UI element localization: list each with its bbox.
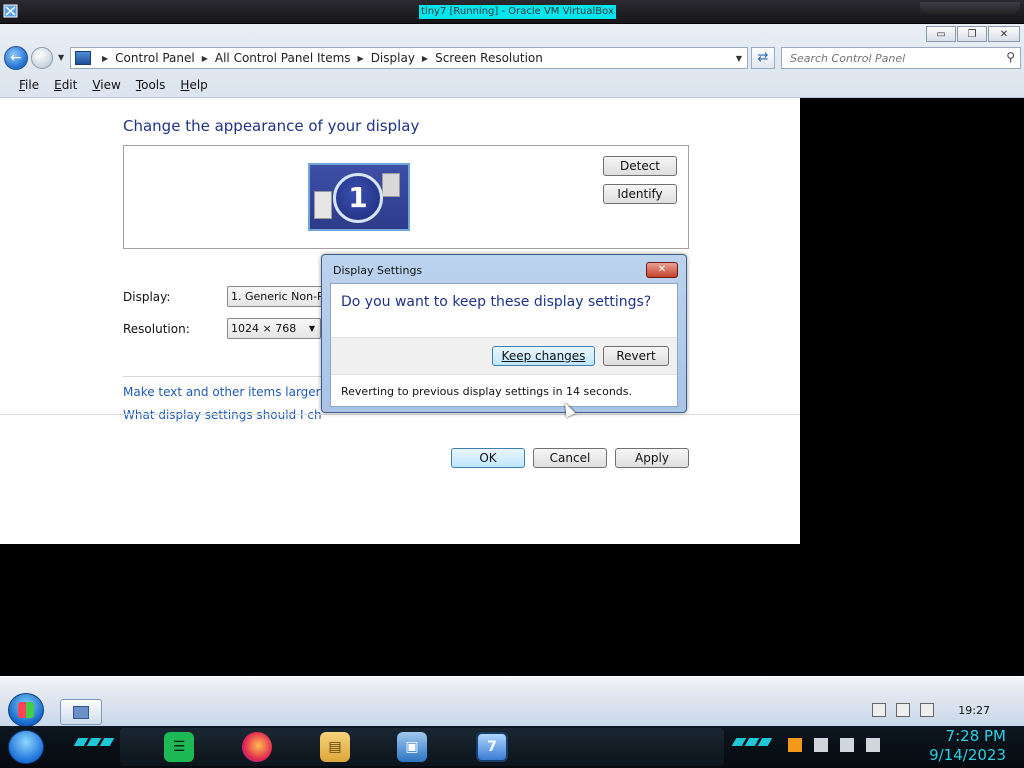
resolution-dropdown-value: 1024 × 768 (231, 322, 297, 335)
windows-logo-icon (18, 702, 34, 718)
apply-button[interactable]: Apply (615, 448, 689, 468)
host-window-title: tiny7 [Running] - Oracle VM VirtualBox (419, 5, 616, 19)
chevron-right-icon[interactable]: ▶ (202, 54, 208, 63)
chevron-down-icon: ▼ (308, 324, 315, 333)
file-manager-icon[interactable]: ▤ (320, 732, 350, 762)
taskbar-item-display-settings[interactable] (60, 699, 102, 725)
chevron-right-icon[interactable]: ▶ (102, 54, 108, 63)
host-clock-time: 7:28 PM (945, 727, 1006, 745)
display-dropdown-value: 1. Generic Non-PnP Monitor (231, 290, 323, 303)
tray-update-icon[interactable] (788, 738, 802, 752)
search-box[interactable]: ⚲ (781, 47, 1021, 69)
tray-volume-icon[interactable] (920, 703, 935, 717)
back-button[interactable]: ← (4, 46, 28, 70)
tray-document-icon[interactable] (872, 703, 887, 717)
firefox-icon[interactable] (242, 732, 272, 762)
monitor-window-icon (314, 191, 332, 219)
search-icon[interactable]: ⚲ (1006, 50, 1015, 64)
cancel-button[interactable]: Cancel (533, 448, 607, 468)
recent-pages-dropdown-icon[interactable]: ▼ (58, 53, 64, 62)
menu-help[interactable]: Help (180, 78, 207, 92)
host-dock: ☰ ▤ ▣ 7 7:28 PM 9/14/2023 (0, 726, 1024, 768)
breadcrumb-screen-resolution[interactable]: Screen Resolution (435, 51, 543, 65)
dialog-body: Do you want to keep these display settin… (330, 283, 678, 418)
display-label: Display: (123, 290, 171, 304)
dialog-question: Do you want to keep these display settin… (341, 294, 652, 310)
virtualbox-icon[interactable] (3, 3, 19, 19)
menu-edit[interactable]: Edit (54, 78, 77, 92)
breadcrumb: ▶ Control Panel ▶ All Control Panel Item… (95, 51, 543, 65)
dialog-title: Display Settings (333, 264, 423, 277)
navigation-bar: ← ▼ ▶ Control Panel ▶ All Control Panel … (0, 44, 1024, 72)
revert-button[interactable]: Revert (603, 346, 669, 366)
display-settings-help-link[interactable]: What display settings should I choose? (123, 408, 321, 422)
identify-button[interactable]: Identify (603, 184, 677, 204)
minimize-button[interactable]: ▭ (926, 26, 956, 42)
monitor-number: 1 (333, 173, 383, 223)
address-dropdown-icon[interactable]: ▼ (736, 54, 742, 63)
dialog-button-band: Keep changes Revert (331, 337, 677, 418)
chevron-right-icon[interactable]: ▶ (358, 54, 364, 63)
guest-clock[interactable]: 19:27 (958, 704, 990, 717)
breadcrumb-control-panel[interactable]: Control Panel (115, 51, 195, 65)
menu-bar: File Edit View Tools Help (0, 74, 1024, 96)
control-panel-icon (75, 51, 91, 65)
tray-volume-icon[interactable] (866, 738, 880, 752)
maximize-button[interactable]: ❐ (957, 26, 987, 42)
search-input[interactable] (790, 48, 1000, 68)
breadcrumb-display[interactable]: Display (371, 51, 415, 65)
guest-system-tray: 19:27 (872, 703, 1014, 717)
resolution-dropdown[interactable]: 1024 × 768 ▼ (227, 318, 321, 339)
monitor-preview-panel: 1 Detect Identify (123, 145, 689, 249)
explorer-window-frame: ▭ ❐ ✕ ← ▼ ▶ Control Panel ▶ All Control … (0, 24, 1024, 98)
host-clock-date: 9/14/2023 (929, 746, 1006, 764)
page-title: Change the appearance of your display (123, 117, 420, 135)
menu-file[interactable]: File (19, 78, 39, 92)
display-settings-icon (73, 706, 89, 719)
dock-decoration-right (731, 738, 773, 746)
revert-countdown: Reverting to previous display settings i… (341, 385, 632, 398)
breadcrumb-all-items[interactable]: All Control Panel Items (215, 51, 351, 65)
keep-changes-button[interactable]: Keep changes (492, 346, 595, 366)
host-start-button[interactable] (8, 730, 44, 764)
host-clock[interactable]: 7:28 PM 9/14/2023 (929, 727, 1006, 765)
tray-network-icon[interactable] (840, 738, 854, 752)
section-divider (123, 376, 323, 377)
resolution-label: Resolution: (123, 322, 190, 336)
display-dropdown[interactable]: 1. Generic Non-PnP Monitor (227, 286, 323, 307)
guest-start-button[interactable] (8, 693, 44, 727)
tray-flag-icon[interactable] (814, 738, 828, 752)
host-system-tray (788, 738, 880, 752)
detect-button[interactable]: Detect (603, 156, 677, 176)
address-bar[interactable]: ▶ Control Panel ▶ All Control Panel Item… (70, 47, 748, 69)
spotify-icon[interactable]: ☰ (164, 732, 194, 762)
menu-view[interactable]: View (92, 78, 120, 92)
tray-network-icon[interactable] (896, 703, 911, 717)
close-button[interactable]: ✕ (988, 26, 1020, 42)
host-title-bar: tiny7 [Running] - Oracle VM VirtualBox (0, 0, 1024, 24)
guest-screen: ▭ ❐ ✕ ← ▼ ▶ Control Panel ▶ All Control … (0, 24, 1024, 676)
virtualbox-app-icon[interactable]: ▣ (397, 732, 427, 762)
tiny7-vm-icon[interactable]: 7 (476, 732, 508, 762)
display-settings-dialog: Display Settings ✕ Do you want to keep t… (321, 254, 687, 418)
forward-button[interactable] (31, 47, 53, 69)
host-window-controls[interactable] (920, 2, 1020, 14)
monitor-1-thumbnail[interactable]: 1 (308, 163, 410, 231)
refresh-button[interactable]: ⇄ (751, 47, 775, 69)
monitor-window-icon (382, 173, 400, 197)
dialog-close-button[interactable]: ✕ (646, 262, 678, 278)
text-size-link[interactable]: Make text and other items larger or smal… (123, 385, 321, 399)
ok-button[interactable]: OK (451, 448, 525, 468)
menu-tools[interactable]: Tools (136, 78, 166, 92)
window-controls: ▭ ❐ ✕ (926, 26, 1020, 42)
footer-divider (0, 414, 800, 415)
chevron-right-icon[interactable]: ▶ (422, 54, 428, 63)
dock-decoration-left (73, 738, 115, 746)
guest-taskbar: 19:27 (0, 676, 1024, 727)
